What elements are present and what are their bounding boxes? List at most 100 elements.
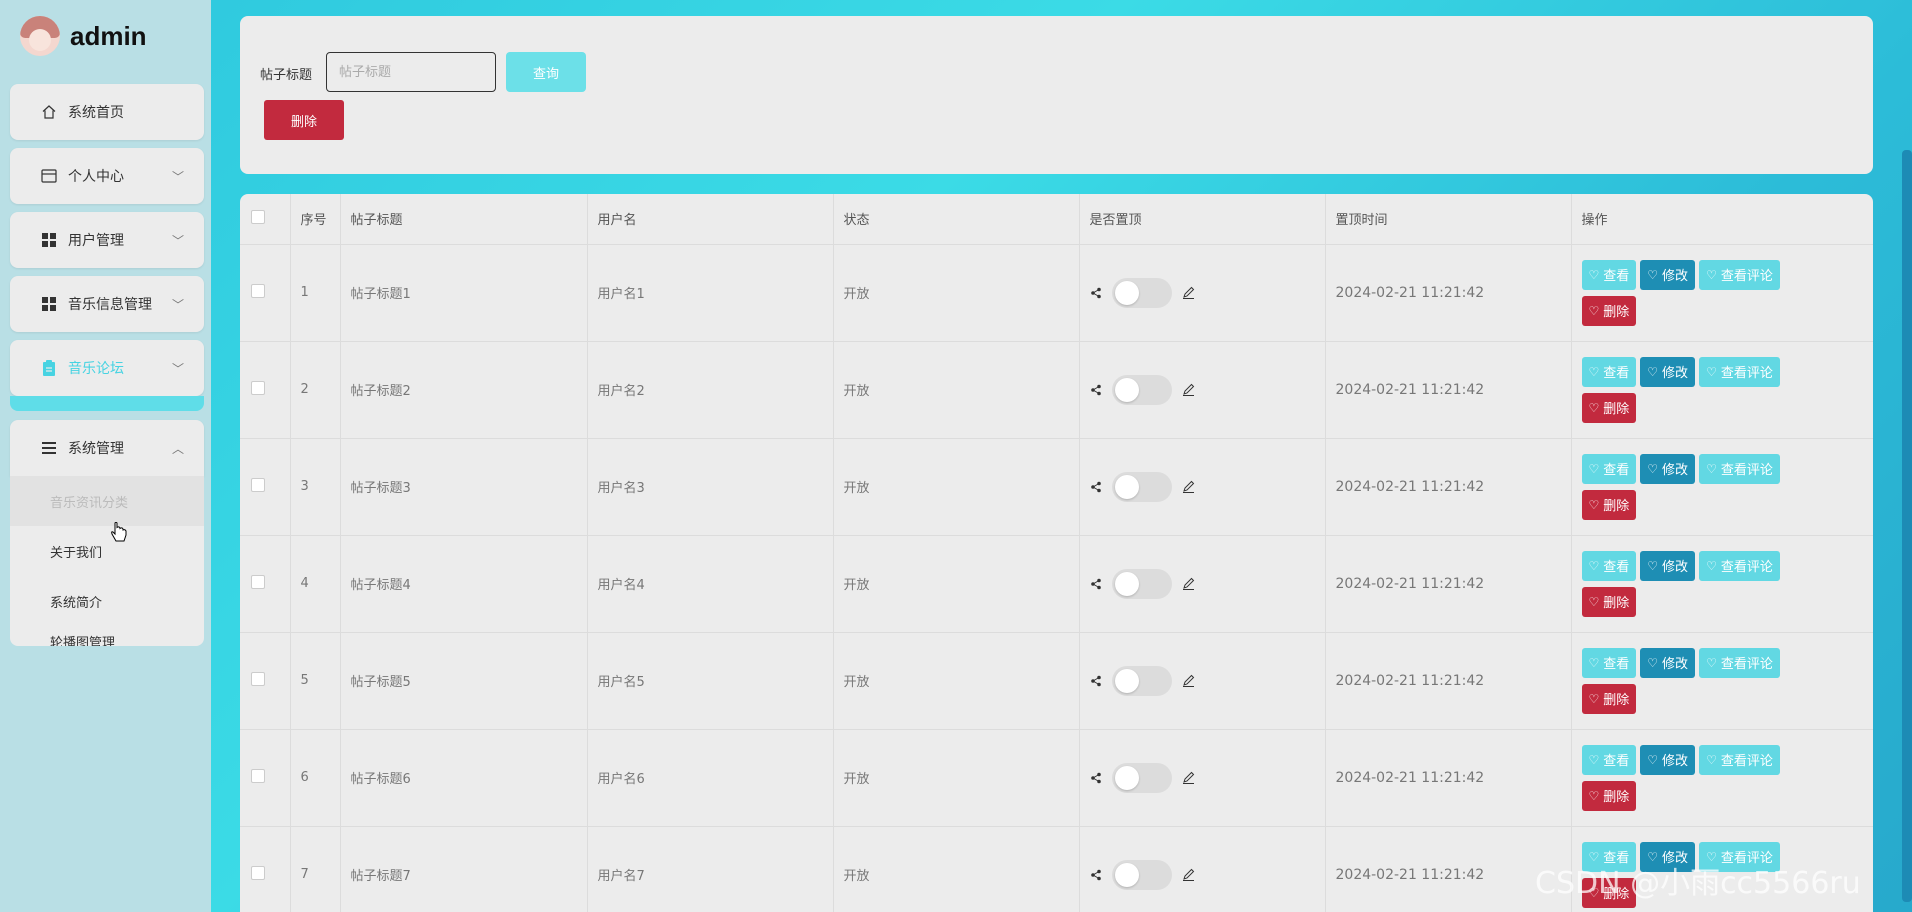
sidebar-item-home[interactable]: 系统首页: [10, 84, 204, 140]
delete-label: 删除: [1603, 693, 1630, 708]
row-checkbox[interactable]: [240, 244, 291, 342]
delete-button[interactable]: ♡ 删除: [1581, 392, 1637, 423]
edit-button[interactable]: ♡ 修改: [1640, 647, 1696, 678]
row-checkbox[interactable]: [240, 826, 291, 912]
delete-button[interactable]: ♡ 删除: [1581, 586, 1637, 617]
clipboard-icon: [40, 359, 58, 377]
delete-label: 删除: [1603, 305, 1630, 320]
view-comments-button[interactable]: ♡ 查看评论: [1699, 550, 1780, 581]
view-button[interactable]: ♡ 查看: [1581, 550, 1637, 581]
delete-button[interactable]: ♡ 删除: [1581, 489, 1637, 520]
pin-toggle[interactable]: [1111, 665, 1172, 696]
row-checkbox[interactable]: [240, 438, 291, 536]
list-icon: [40, 439, 58, 457]
row-checkbox[interactable]: [240, 729, 291, 827]
delete-button[interactable]: ♡ 删除: [1581, 780, 1637, 811]
edit-button[interactable]: ♡ 修改: [1640, 550, 1696, 581]
batch-delete-button[interactable]: 删除: [264, 100, 344, 140]
query-button[interactable]: 查询: [506, 52, 586, 92]
column-header: 置顶时间: [1325, 194, 1572, 245]
pin-toggle[interactable]: [1111, 374, 1172, 405]
chevron-up-icon: ︿: [171, 442, 184, 456]
sidebar-item-system[interactable]: 系统管理 ︿: [10, 420, 204, 476]
edit-label: 修改: [1662, 754, 1689, 769]
table-row: 3 帖子标题3 用户名3 开放 2024-02-21 11:21:42 ♡ 查看 …: [240, 438, 1873, 536]
pin-toggle[interactable]: [1111, 471, 1172, 502]
edit-pencil-icon[interactable]: [1182, 771, 1195, 784]
comments-label: 查看评论: [1720, 269, 1773, 284]
view-button[interactable]: ♡ 查看: [1581, 356, 1637, 387]
actions-cell: ♡ 查看 ♡ 修改 ♡ 查看评论 ♡ 删除: [1571, 535, 1873, 633]
sidebar-item-music-forum[interactable]: 音乐论坛 ﹀: [10, 340, 204, 396]
edit-pencil-icon[interactable]: [1182, 868, 1195, 881]
comments-label: 查看评论: [1720, 657, 1773, 672]
avatar[interactable]: [20, 16, 60, 56]
pin-toggle[interactable]: [1111, 762, 1172, 793]
edit-button[interactable]: ♡ 修改: [1640, 453, 1696, 484]
view-comments-button[interactable]: ♡ 查看评论: [1699, 453, 1780, 484]
actions-cell: ♡ 查看 ♡ 修改 ♡ 查看评论 ♡ 删除: [1571, 341, 1873, 439]
submenu-item-music-news-category[interactable]: 音乐资讯分类: [10, 476, 204, 526]
pin-toggle[interactable]: [1111, 277, 1172, 308]
search-input[interactable]: [326, 52, 496, 92]
edit-button[interactable]: ♡ 修改: [1640, 744, 1696, 775]
sidebar-item-users[interactable]: 用户管理 ﹀: [10, 212, 204, 268]
column-header: 操作: [1571, 194, 1873, 245]
sidebar-item-music-info[interactable]: 音乐信息管理 ﹀: [10, 276, 204, 332]
share-icon: [1090, 869, 1104, 881]
brand-name: admin: [70, 20, 147, 51]
row-checkbox[interactable]: [240, 341, 291, 439]
view-label: 查看: [1603, 657, 1630, 672]
edit-button[interactable]: ♡ 修改: [1640, 259, 1696, 290]
share-icon: [1090, 772, 1104, 784]
view-comments-button[interactable]: ♡ 查看评论: [1699, 356, 1780, 387]
edit-pencil-icon[interactable]: [1182, 286, 1195, 299]
view-button[interactable]: ♡ 查看: [1581, 647, 1637, 678]
view-label: 查看: [1603, 560, 1630, 575]
submenu-item-about-us[interactable]: 关于我们: [10, 526, 204, 576]
edit-pencil-icon[interactable]: [1182, 480, 1195, 493]
table-header-row: 序号 帖子标题 用户名 状态 是否置顶 置顶时间 操作: [240, 194, 1873, 245]
heart-icon: ♡: [1588, 303, 1600, 318]
edit-pencil-icon[interactable]: [1182, 383, 1195, 396]
submenu-item-carousel[interactable]: 轮播图管理: [10, 626, 204, 646]
delete-label: 删除: [1603, 596, 1630, 611]
pin-toggle[interactable]: [1111, 568, 1172, 599]
table-row: 5 帖子标题5 用户名5 开放 2024-02-21 11:21:42 ♡ 查看 …: [240, 632, 1873, 730]
edit-pencil-icon[interactable]: [1182, 577, 1195, 590]
comments-label: 查看评论: [1720, 754, 1773, 769]
row-checkbox[interactable]: [240, 632, 291, 730]
table-row: 2 帖子标题2 用户名2 开放 2024-02-21 11:21:42 ♡ 查看 …: [240, 341, 1873, 439]
delete-button[interactable]: ♡ 删除: [1581, 295, 1637, 326]
view-button[interactable]: ♡ 查看: [1581, 259, 1637, 290]
row-number: 4: [290, 535, 341, 633]
sidebar-item-label: 系统管理: [68, 441, 124, 457]
submenu-item-system-intro[interactable]: 系统简介: [10, 576, 204, 626]
heart-icon: ♡: [1588, 691, 1600, 706]
row-number: 1: [290, 244, 341, 342]
vertical-scrollbar[interactable]: [1902, 150, 1912, 902]
select-all-checkbox[interactable]: [240, 194, 291, 245]
view-comments-button[interactable]: ♡ 查看评论: [1699, 259, 1780, 290]
system-submenu: 音乐资讯分类 关于我们 系统简介 轮播图管理: [10, 476, 204, 646]
pin-toggle[interactable]: [1111, 859, 1172, 890]
pin-cell: [1079, 826, 1326, 912]
edit-pencil-icon[interactable]: [1182, 674, 1195, 687]
view-label: 查看: [1603, 269, 1630, 284]
row-checkbox[interactable]: [240, 535, 291, 633]
username: 用户名2: [587, 341, 834, 439]
view-button[interactable]: ♡ 查看: [1581, 744, 1637, 775]
chevron-down-icon: ﹀: [171, 234, 184, 248]
view-comments-button[interactable]: ♡ 查看评论: [1699, 647, 1780, 678]
sidebar-item-label: 系统首页: [68, 105, 124, 121]
delete-button[interactable]: ♡ 删除: [1581, 683, 1637, 714]
status: 开放: [833, 632, 1080, 730]
heart-icon: ♡: [1588, 752, 1600, 767]
sidebar-item-profile[interactable]: 个人中心 ﹀: [10, 148, 204, 204]
heart-icon: ♡: [1647, 364, 1659, 379]
view-button[interactable]: ♡ 查看: [1581, 453, 1637, 484]
view-comments-button[interactable]: ♡ 查看评论: [1699, 744, 1780, 775]
edit-button[interactable]: ♡ 修改: [1640, 356, 1696, 387]
heart-icon: ♡: [1588, 594, 1600, 609]
post-title: 帖子标题4: [340, 535, 588, 633]
